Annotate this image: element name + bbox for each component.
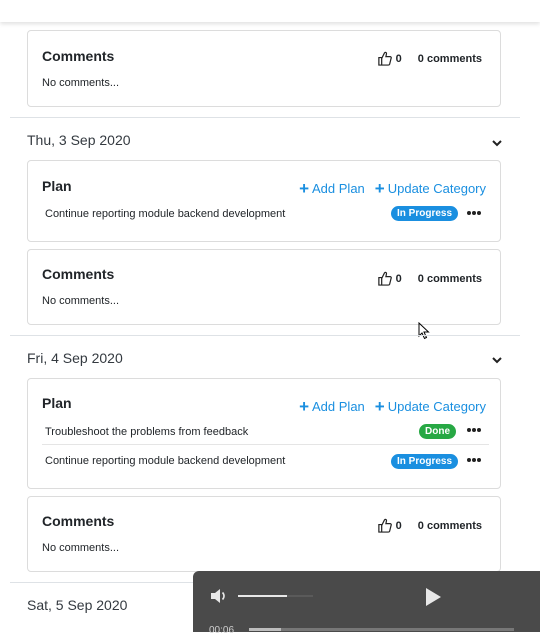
plus-icon: + <box>299 397 310 416</box>
status-badge: Done <box>419 424 456 439</box>
more-dots-icon[interactable] <box>466 455 482 465</box>
plus-icon: + <box>374 179 385 198</box>
plan-actions: + Add Plan + Update Category <box>289 397 486 416</box>
play-icon[interactable] <box>423 586 443 608</box>
plan-card: Plan + Add Plan + Update Category Continue… <box>27 160 501 242</box>
status-badge: In Progress <box>391 206 459 221</box>
update-category-button[interactable]: + Update Category <box>374 397 486 416</box>
likes-area: 0 0 comments <box>377 271 482 286</box>
no-comments-text: No comments... <box>42 295 120 307</box>
likes-area: 0 0 comments <box>377 518 482 533</box>
comment-count[interactable]: 0 comments <box>418 273 482 285</box>
seek-bar[interactable] <box>249 628 514 631</box>
date-header: Thu, 3 Sep 2020 <box>27 132 131 148</box>
thumbs-up-icon[interactable] <box>377 51 392 66</box>
comments-title: Comments <box>42 48 115 64</box>
divider <box>10 117 520 118</box>
plan-title: Plan <box>42 395 72 411</box>
status-badge: In Progress <box>391 454 459 469</box>
top-bar-shadow <box>0 0 540 22</box>
add-plan-button[interactable]: + Add Plan <box>299 397 365 416</box>
comment-count[interactable]: 0 comments <box>418 520 482 532</box>
update-category-button[interactable]: + Update Category <box>374 179 486 198</box>
plan-card: Plan + Add Plan + Update Category Troubles… <box>27 378 501 489</box>
current-time: 00:06 <box>209 625 235 636</box>
chevron-down-icon[interactable] <box>490 353 504 367</box>
thumbs-up-icon[interactable] <box>377 271 392 286</box>
like-count: 0 <box>395 272 402 285</box>
more-dots-icon[interactable] <box>466 208 482 218</box>
comment-count[interactable]: 0 comments <box>418 53 482 65</box>
date-header: Sat, 5 Sep 2020 <box>27 597 128 613</box>
seek-progress <box>249 628 281 631</box>
comments-card: Comments No comments... 0 0 comments <box>27 30 501 107</box>
plan-actions: + Add Plan + Update Category <box>289 179 486 198</box>
no-comments-text: No comments... <box>42 77 120 89</box>
mouse-cursor-icon <box>418 322 430 340</box>
media-player: 00:06 <box>193 571 540 636</box>
likes-area: 0 0 comments <box>377 51 482 66</box>
like-count: 0 <box>395 519 402 532</box>
volume-slider[interactable] <box>238 595 313 597</box>
chevron-down-icon[interactable] <box>490 136 504 150</box>
plus-icon: + <box>374 397 385 416</box>
comments-card: Comments No comments... 0 0 comments <box>27 496 501 572</box>
like-count: 0 <box>395 52 402 65</box>
task-separator <box>42 444 489 445</box>
add-plan-button[interactable]: + Add Plan <box>299 179 365 198</box>
no-comments-text: No comments... <box>42 542 120 554</box>
comments-title: Comments <box>42 513 115 529</box>
more-dots-icon[interactable] <box>466 425 482 435</box>
volume-level <box>238 595 287 597</box>
date-header: Fri, 4 Sep 2020 <box>27 350 123 366</box>
comments-card: Comments No comments... 0 0 comments <box>27 249 501 325</box>
plus-icon: + <box>299 179 310 198</box>
volume-icon[interactable] <box>209 587 229 605</box>
comments-title: Comments <box>42 266 115 282</box>
plan-title: Plan <box>42 178 72 194</box>
thumbs-up-icon[interactable] <box>377 518 392 533</box>
divider <box>10 335 520 336</box>
